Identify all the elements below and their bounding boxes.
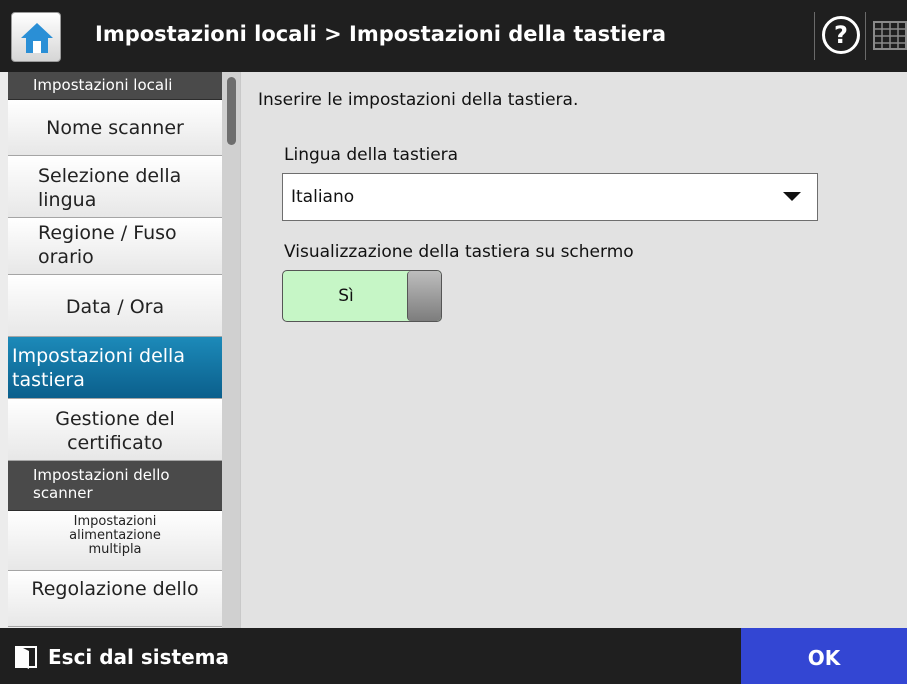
toggle-state-text: Sì (338, 286, 354, 306)
ok-button[interactable]: OK (741, 628, 907, 684)
toggle-knob[interactable] (407, 271, 441, 321)
keyboard-icon (873, 21, 907, 50)
help-icon: ? (834, 21, 848, 49)
sidebar-item-date-time[interactable]: Data / Ora (8, 275, 222, 337)
keyboard-language-value: Italiano (291, 187, 355, 207)
sidebar-item-timezone[interactable]: Regione / Fuso orario (8, 218, 222, 275)
dropdown-arrow-icon (783, 192, 801, 201)
instruction-text: Inserire le impostazioni della tastiera. (258, 90, 579, 110)
page-title: Impostazioni locali > Impostazioni della… (95, 22, 667, 46)
sidebar-item-scanner-name[interactable]: Nome scanner (8, 100, 222, 156)
sidebar-section-locale: Impostazioni locali (8, 72, 222, 100)
sidebar: Impostazioni locali Nome scanner Selezio… (0, 72, 240, 628)
home-icon (21, 23, 53, 53)
sidebar-list: Impostazioni locali Nome scanner Selezio… (8, 72, 222, 627)
main-panel: Inserire le impostazioni della tastiera.… (240, 72, 907, 628)
onscreen-keyboard-toggle[interactable]: Sì (282, 270, 442, 322)
help-button[interactable]: ? (822, 16, 860, 54)
ok-label: OK (807, 646, 841, 670)
keyboard-button[interactable] (872, 16, 907, 56)
header-bar: Impostazioni locali > Impostazioni della… (0, 0, 907, 72)
logout-label: Esci dal sistema (48, 645, 229, 669)
onscreen-keyboard-label: Visualizzazione della tastiera su scherm… (284, 242, 634, 262)
keyboard-language-label: Lingua della tastiera (284, 145, 459, 165)
sidebar-item-language[interactable]: Selezione della lingua (8, 156, 222, 218)
sidebar-item-keyboard[interactable]: Impostazioni della tastiera (8, 337, 222, 399)
footer-bar: Esci dal sistema OK (0, 628, 907, 684)
logout-icon (15, 646, 37, 669)
sidebar-item-multifeed[interactable]: Impostazioni alimentazione multipla (8, 511, 222, 571)
home-button[interactable] (11, 12, 61, 62)
sidebar-section-scanner: Impostazioni dello scanner (8, 461, 222, 511)
keyboard-language-select[interactable]: Italiano (282, 173, 818, 221)
sidebar-item-adjustment[interactable]: Regolazione dello (8, 571, 222, 627)
scrollbar-thumb[interactable] (227, 77, 236, 145)
sidebar-item-certificate[interactable]: Gestione del certificato (8, 399, 222, 461)
help-container: ? (814, 12, 866, 60)
sidebar-scrollbar[interactable] (222, 72, 240, 628)
